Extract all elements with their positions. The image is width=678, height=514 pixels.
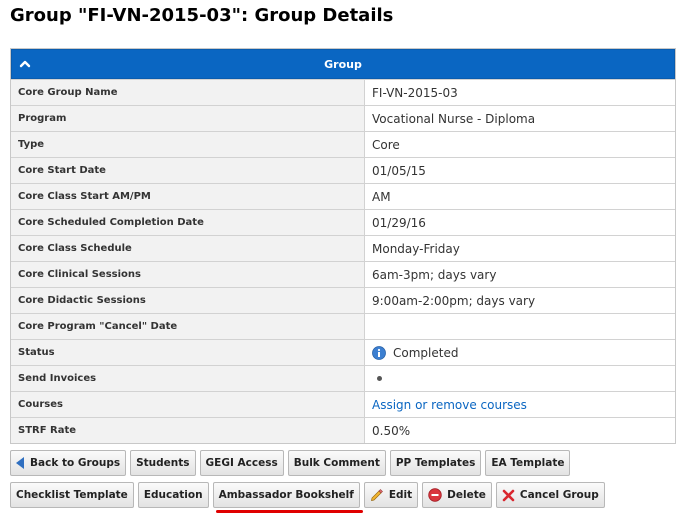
close-icon <box>502 489 515 501</box>
field-value: 0.50% <box>372 423 411 438</box>
arrow-left-icon <box>16 457 24 469</box>
highlight-underline <box>215 510 363 513</box>
bullet-icon <box>377 376 382 381</box>
field-label: Core Didactic Sessions <box>11 288 365 313</box>
bulk-comment-label: Bulk Comment <box>293 457 380 469</box>
assign-courses-link[interactable]: Assign or remove courses <box>372 398 527 412</box>
field-value: 9:00am-2:00pm; days vary <box>372 293 536 308</box>
field-value: AM <box>372 189 391 204</box>
ea-template-label: EA Template <box>491 457 565 469</box>
field-value: 01/05/15 <box>372 163 426 178</box>
field-row: Courses Assign or remove courses <box>11 391 675 417</box>
field-label: Core Group Name <box>11 80 365 105</box>
field-row: Type Core <box>11 131 675 157</box>
ea-template-button[interactable]: EA Template <box>485 450 571 476</box>
field-row: Program Vocational Nurse - Diploma <box>11 105 675 131</box>
ambassador-bookshelf-button[interactable]: Ambassador Bookshelf <box>212 482 363 513</box>
back-to-groups-label: Back to Groups <box>30 457 121 469</box>
chevron-up-icon[interactable] <box>18 57 32 71</box>
delete-label: Delete <box>447 489 486 501</box>
students-label: Students <box>136 457 190 469</box>
field-value: FI-VN-2015-03 <box>372 85 458 100</box>
gegi-access-button[interactable]: GEGI Access <box>199 450 284 476</box>
field-label: Program <box>11 106 365 131</box>
pencil-icon <box>370 489 383 501</box>
field-label: Core Class Schedule <box>11 236 365 261</box>
field-label: Courses <box>11 392 365 417</box>
field-label: Core Start Date <box>11 158 365 183</box>
pp-templates-label: PP Templates <box>395 457 476 469</box>
delete-icon <box>428 488 442 502</box>
pp-templates-button[interactable]: PP Templates <box>389 450 482 476</box>
field-label: STRF Rate <box>11 418 365 443</box>
field-row: Core Start Date 01/05/15 <box>11 157 675 183</box>
field-label: Core Program "Cancel" Date <box>11 314 365 339</box>
checklist-template-button[interactable]: Checklist Template <box>10 482 134 508</box>
field-row: STRF Rate 0.50% <box>11 417 675 443</box>
edit-button[interactable]: Edit <box>363 482 419 508</box>
field-row: Core Program "Cancel" Date <box>11 313 675 339</box>
field-value <box>365 314 675 339</box>
education-button[interactable]: Education <box>137 482 209 508</box>
field-row: Status Completed <box>11 339 675 365</box>
field-label: Core Class Start AM/PM <box>11 184 365 209</box>
field-value: Vocational Nurse - Diploma <box>372 111 536 126</box>
cancel-group-label: Cancel Group <box>519 489 599 501</box>
button-row-2: Checklist Template Education Ambassador … <box>10 482 605 513</box>
delete-button[interactable]: Delete <box>422 482 492 508</box>
field-value: 01/29/16 <box>372 215 426 230</box>
field-row: Send Invoices <box>11 365 675 391</box>
ambassador-bookshelf-label: Ambassador Bookshelf <box>218 489 354 501</box>
gegi-access-label: GEGI Access <box>205 457 278 469</box>
field-label: Type <box>11 132 365 157</box>
courses-value: Assign or remove courses <box>365 392 675 417</box>
checklist-template-label: Checklist Template <box>16 489 128 501</box>
cancel-group-button[interactable]: Cancel Group <box>495 482 605 508</box>
field-value: 6am-3pm; days vary <box>372 267 497 282</box>
field-row: Core Scheduled Completion Date 01/29/16 <box>11 209 675 235</box>
panel-header[interactable]: Group <box>11 49 675 79</box>
field-value: Core <box>372 137 400 152</box>
button-row-1: Back to Groups Students GEGI Access Bulk… <box>10 450 571 476</box>
field-row: Core Didactic Sessions 9:00am-2:00pm; da… <box>11 287 675 313</box>
education-label: Education <box>143 489 203 501</box>
field-row: Core Class Start AM/PM AM <box>11 183 675 209</box>
page-title: Group "FI-VN-2015-03": Group Details <box>10 5 394 26</box>
info-icon <box>372 345 386 360</box>
students-button[interactable]: Students <box>130 450 196 476</box>
back-to-groups-button[interactable]: Back to Groups <box>10 450 127 476</box>
status-value: Completed <box>365 340 675 365</box>
group-details-panel: Group Core Group Name FI-VN-2015-03 Prog… <box>10 48 676 444</box>
send-invoices-value <box>365 366 675 391</box>
status-text: Completed <box>393 345 459 360</box>
field-value: Monday-Friday <box>372 241 460 256</box>
field-label: Status <box>11 340 365 365</box>
field-row: Core Class Schedule Monday-Friday <box>11 235 675 261</box>
edit-label: Edit <box>388 489 413 501</box>
field-label: Core Scheduled Completion Date <box>11 210 365 235</box>
panel-header-title: Group <box>324 57 362 71</box>
field-row: Core Clinical Sessions 6am-3pm; days var… <box>11 261 675 287</box>
field-label: Send Invoices <box>11 366 365 391</box>
field-row: Core Group Name FI-VN-2015-03 <box>11 79 675 105</box>
field-label: Core Clinical Sessions <box>11 262 365 287</box>
bulk-comment-button[interactable]: Bulk Comment <box>287 450 386 476</box>
